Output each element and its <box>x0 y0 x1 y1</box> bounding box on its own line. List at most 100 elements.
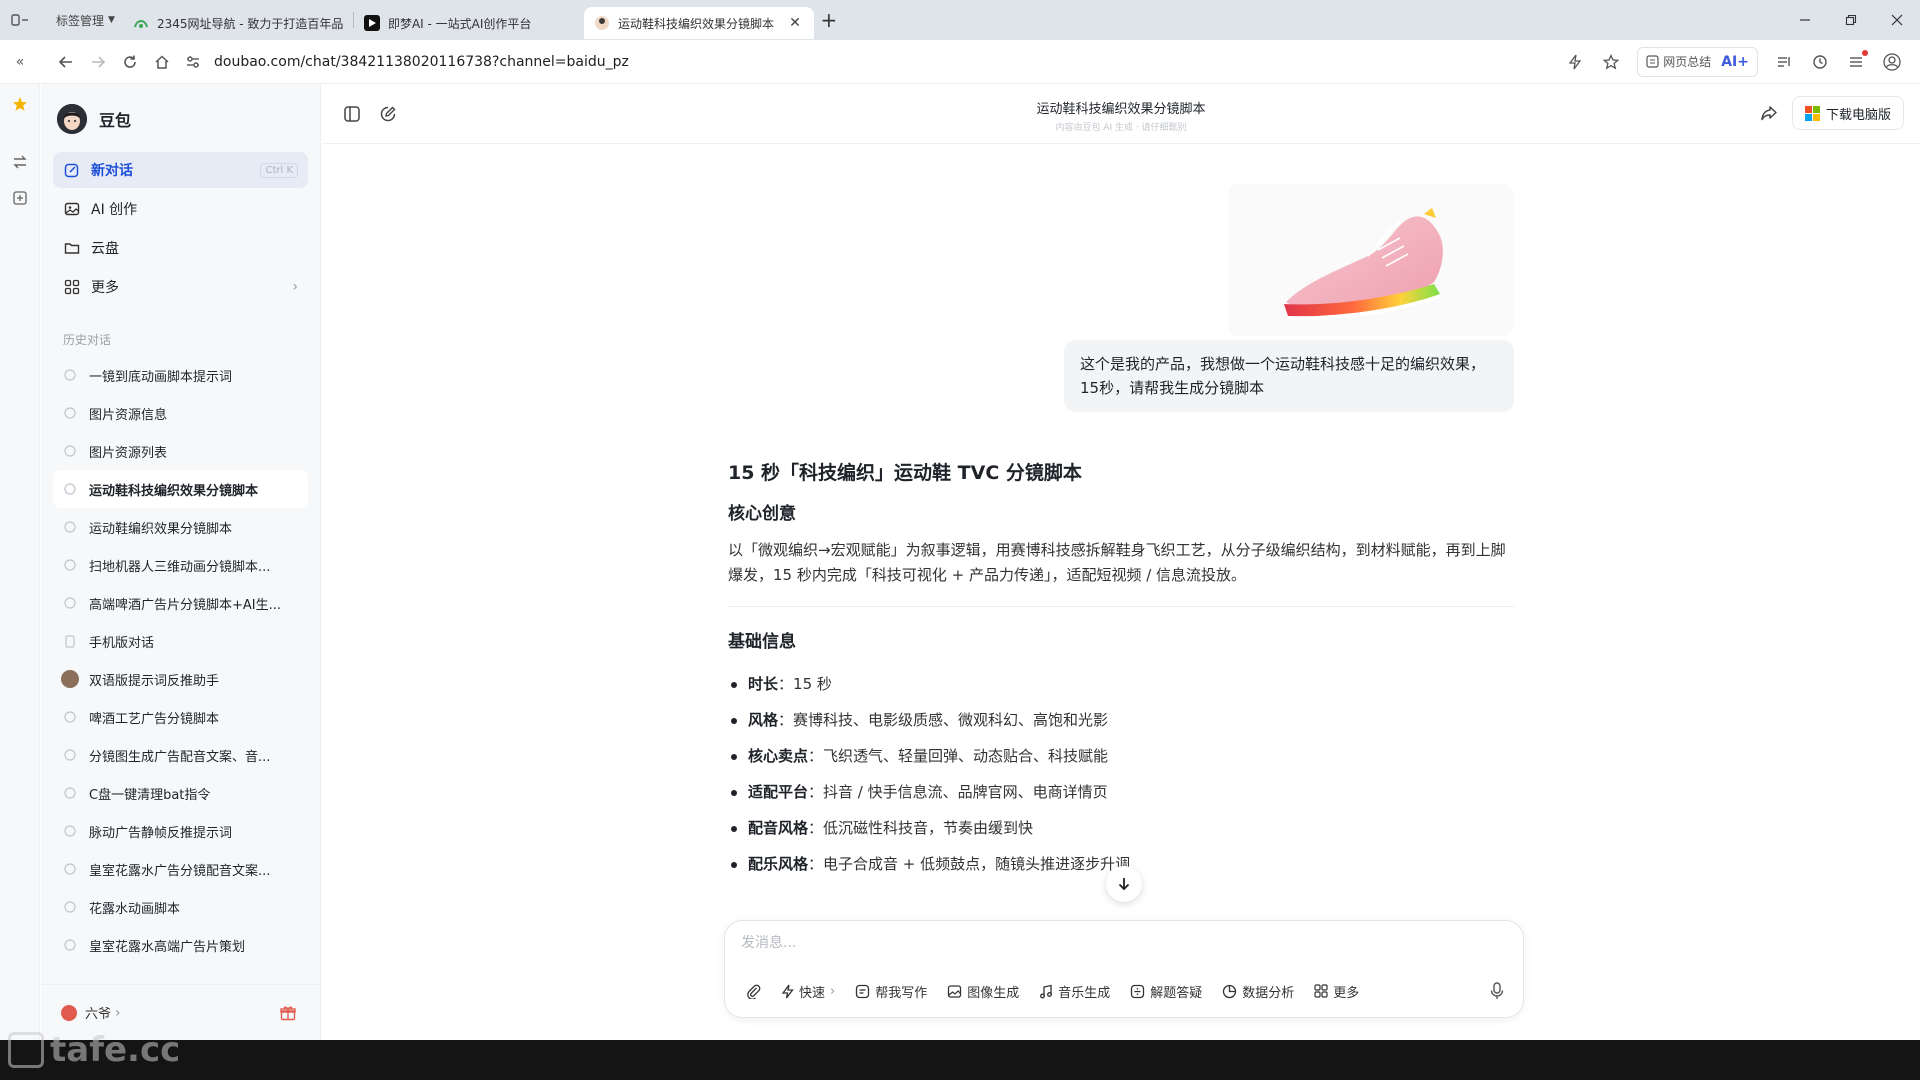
history-item[interactable]: 双语版提示词反推助手 <box>53 660 308 698</box>
history-item[interactable]: 分镜图生成广告配音文案、音... <box>53 736 308 774</box>
history-item[interactable]: C盘一键清理bat指令 <box>53 774 308 812</box>
chat-bubble-icon <box>63 710 77 724</box>
notification-dot <box>1862 49 1868 56</box>
item-value: 低沉磁性科技音，节奏由缓到快 <box>823 819 1034 837</box>
taskbar <box>0 1040 1920 1080</box>
composer-toolbar: 快速 › 帮我写作 图像生成 音乐生成 解题答疑 数据分析 更多 <box>737 977 1367 1005</box>
summary-doc-icon <box>1646 55 1659 68</box>
close-icon[interactable]: ✕ <box>786 14 804 32</box>
chat-bubble-icon <box>63 520 77 534</box>
swap-icon[interactable] <box>0 144 40 180</box>
item-value: 抖音 / 快手信息流、品牌官网、电商详情页 <box>823 783 1108 801</box>
image-generation-button[interactable]: 图像生成 <box>939 977 1027 1005</box>
gift-icon[interactable] <box>280 1005 296 1021</box>
home-icon[interactable] <box>146 46 178 78</box>
history-item[interactable]: 图片资源列表 <box>53 432 308 470</box>
browser-tab[interactable]: 即梦AI - 一站式AI创作平台 <box>354 7 584 39</box>
basic-info-list: 时长：15 秒 风格：赛博科技、电影级质感、微观科幻、高饱和光影 核心卖点：飞织… <box>728 666 1514 882</box>
problem-solving-button[interactable]: 解题答疑 <box>1122 977 1210 1005</box>
quick-mode-button[interactable]: 快速 › <box>773 977 843 1005</box>
writing-button[interactable]: 帮我写作 <box>847 977 935 1005</box>
question-icon <box>1130 984 1145 999</box>
ai-plus-label[interactable]: AI+ <box>1721 54 1749 70</box>
history-item-label: 一镜到底动画脚本提示词 <box>89 369 233 385</box>
history-item[interactable]: 图片资源信息 <box>53 394 308 432</box>
favorites-star-icon[interactable] <box>0 86 40 122</box>
image-icon <box>63 200 81 218</box>
tab-favicon-doubao-icon <box>594 15 610 31</box>
lightning-icon[interactable] <box>1559 46 1591 78</box>
grid-icon <box>63 278 81 296</box>
browser-tab-active[interactable]: 运动鞋科技编织效果分镜脚本 ✕ <box>583 7 814 39</box>
add-panel-icon[interactable] <box>0 180 40 216</box>
section-heading: 基础信息 <box>728 632 796 652</box>
message-input[interactable] <box>741 935 1341 951</box>
chat-bubble-icon <box>63 786 77 800</box>
chat-bubble-icon <box>63 824 77 838</box>
chat-bubble-icon <box>63 862 77 876</box>
chat-main: 运动鞋科技编织效果分镜脚本 内容由豆包 AI 生成 · 请仔细甄别 下载电脑版 <box>322 84 1920 1040</box>
history-item[interactable]: 皇室花露水高端广告片策划 <box>53 926 308 964</box>
history-item[interactable]: 手机版对话 <box>53 622 308 660</box>
more-tools-button[interactable]: 更多 <box>1306 977 1367 1005</box>
section-body: 以「微观编织→宏观赋能」为叙事逻辑，用赛博科技感拆解鞋身飞织工艺，从分子级编织结… <box>728 541 1506 584</box>
history-item[interactable]: 扫地机器人三维动画分镜脚本... <box>53 546 308 584</box>
watermark-text: tafe.cc <box>50 1030 181 1070</box>
browser-tab[interactable]: 2345网址导航 - 致力于打造百年品牌 <box>123 7 353 39</box>
minimize-icon[interactable] <box>1782 0 1828 40</box>
history-item-label: 花露水动画脚本 <box>89 901 181 917</box>
profile-icon[interactable] <box>1876 46 1908 78</box>
history-item[interactable]: 花露水动画脚本 <box>53 888 308 926</box>
download-desktop-button[interactable]: 下载电脑版 <box>1791 96 1904 130</box>
reload-icon[interactable] <box>114 46 146 78</box>
page-summary-button[interactable]: 网页总结 AI+ <box>1637 46 1758 77</box>
item-value: 电子合成音 + 低频鼓点，随镜头推进逐步升调 <box>823 855 1131 873</box>
address-bar-actions: 网页总结 AI+ <box>1559 46 1908 78</box>
data-analysis-button[interactable]: 数据分析 <box>1214 977 1302 1005</box>
user-message-bubble: 这个是我的产品，我想做一个运动鞋科技感十足的编织效果，15秒，请帮我生成分镜脚本 <box>1064 340 1514 412</box>
browser-tab-bar: 标签管理 ▼ 2345网址导航 - 致力于打造百年品牌 即梦AI - 一站式AI创… <box>0 0 1920 40</box>
site-settings-icon[interactable] <box>186 55 200 69</box>
history-item[interactable]: 脉动广告静帧反推提示词 <box>53 812 308 850</box>
share-icon[interactable] <box>1760 104 1778 122</box>
music-generation-button[interactable]: 音乐生成 <box>1031 977 1118 1005</box>
microphone-icon[interactable] <box>1485 979 1509 1003</box>
history-item[interactable]: 啤酒工艺广告分镜脚本 <box>53 698 308 736</box>
reading-list-icon[interactable] <box>1768 46 1800 78</box>
nav-more[interactable]: 更多 › <box>53 269 308 305</box>
item-value: 飞织透气、轻量回弹、动态贴合、科技赋能 <box>823 747 1109 765</box>
forward-icon[interactable] <box>82 46 114 78</box>
chart-icon <box>1222 984 1237 999</box>
nav-cloud-drive[interactable]: 云盘 <box>53 230 308 266</box>
new-tab-plus-icon[interactable]: + <box>814 5 844 35</box>
url-field[interactable]: doubao.com/chat/38421138020116738?channe… <box>186 46 1559 78</box>
back-icon[interactable] <box>50 46 82 78</box>
tab-title: 2345网址导航 - 致力于打造百年品牌 <box>156 16 343 31</box>
history-item-label: 图片资源信息 <box>89 407 168 423</box>
agent-avatar <box>61 670 79 688</box>
restore-icon[interactable] <box>1828 0 1874 40</box>
arrow-down-icon <box>1118 878 1130 891</box>
menu-icon[interactable] <box>1840 46 1872 78</box>
uploaded-product-image[interactable] <box>1228 184 1514 336</box>
history-item-active[interactable]: 运动鞋科技编织效果分镜脚本 <box>53 470 308 508</box>
nav-ai-create[interactable]: AI 创作 <box>53 191 308 227</box>
history-item[interactable]: 皇室花露水广告分镜配音文案... <box>53 850 308 888</box>
history-icon[interactable] <box>1804 46 1836 78</box>
workspace-icon[interactable] <box>6 6 34 34</box>
collapse-sidebar-icon[interactable]: « <box>4 46 36 78</box>
list-item: 核心卖点：飞织透气、轻量回弹、动态贴合、科技赋能 <box>728 738 1514 774</box>
bookmark-star-icon[interactable] <box>1595 46 1627 78</box>
doubao-avatar <box>57 104 87 134</box>
history-item[interactable]: 一镜到底动画脚本提示词 <box>53 356 308 394</box>
scroll-to-bottom-button[interactable] <box>1106 866 1142 902</box>
tab-group-button[interactable]: 标签管理 ▼ <box>48 6 123 34</box>
history-item[interactable]: 运动鞋编织效果分镜脚本 <box>53 508 308 546</box>
history-item-label: 脉动广告静帧反推提示词 <box>89 825 233 841</box>
attach-button[interactable] <box>737 977 769 1005</box>
tool-label: 音乐生成 <box>1058 985 1111 1001</box>
window-close-icon[interactable] <box>1874 0 1920 40</box>
new-chat-button[interactable]: 新对话 Ctrl K <box>53 152 308 188</box>
history-item[interactable]: 高端啤酒广告片分镜脚本+AI生... <box>53 584 308 622</box>
page-summary-label: 网页总结 <box>1663 55 1712 69</box>
